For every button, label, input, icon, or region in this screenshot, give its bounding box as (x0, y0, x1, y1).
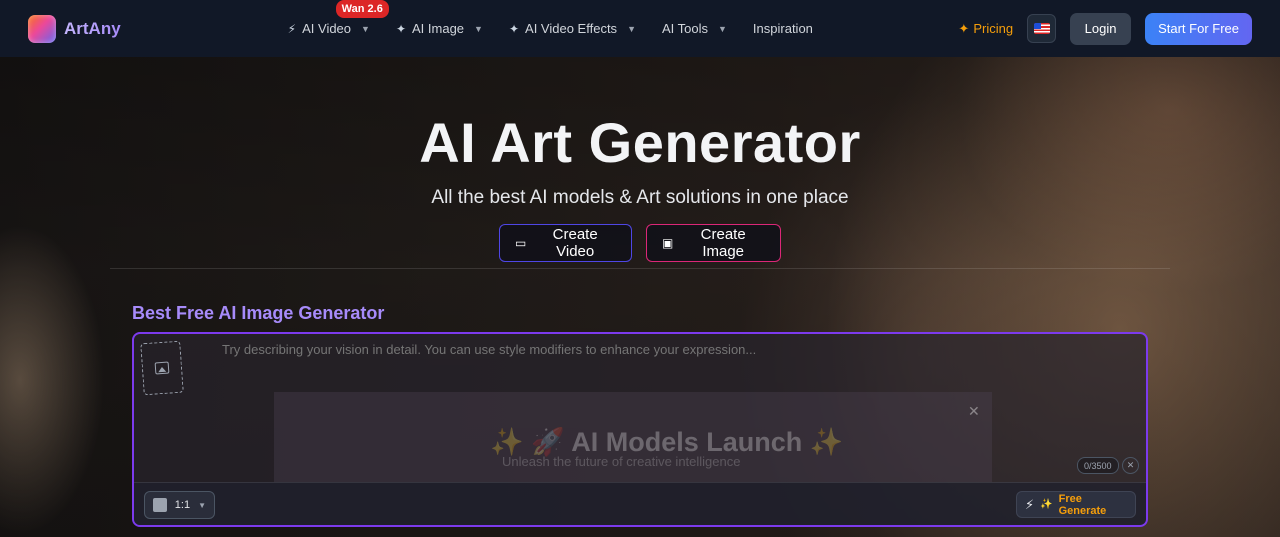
create-video-label: Create Video (552, 226, 598, 260)
prompt-input[interactable] (222, 342, 1102, 357)
chevron-down-icon: ▼ (627, 23, 636, 34)
section-divider (110, 268, 1170, 269)
image-upload-dropzone[interactable] (140, 340, 184, 396)
free-generate-label: Free Generate (1058, 492, 1107, 517)
menu-ai-video-effects-label: AI Video Effects (525, 21, 618, 36)
aspect-ratio-select[interactable]: 1:1 ▼ (144, 491, 215, 519)
image-generator-panel: ✕ ✨ 🚀 AI Models Launch ✨ Unleash the fut… (132, 332, 1148, 527)
chevron-down-icon: ▼ (198, 500, 206, 510)
menu-ai-video[interactable]: ⚡ AI Video ▼ Wan 2.6 (287, 0, 389, 36)
chevron-down-icon: ▼ (474, 23, 483, 34)
logo[interactable]: ArtAny (28, 14, 121, 43)
close-icon[interactable]: ✕ (968, 403, 980, 420)
generator-toolbar: 1:1 ▼ ⚡ ✨ Free Generate (134, 482, 1146, 525)
image-icon: ▣ (662, 236, 674, 250)
nav-actions: ✦ Pricing Login Start For Free (958, 12, 1252, 45)
main-menu: ⚡ AI Video ▼ Wan 2.6 ✦ AI Image ▼ ✦ AI V… (287, 0, 839, 36)
start-for-free-button[interactable]: Start For Free (1145, 12, 1252, 45)
hero-actions: ▭ Create Video ▣ Create Image (0, 224, 1280, 262)
pricing-label: Pricing (973, 21, 1014, 36)
brand-name: ArtAny (64, 18, 121, 38)
create-image-label: Create Image (700, 226, 746, 260)
menu-inspiration-label: Inspiration (752, 21, 813, 36)
generator-title: Best Free AI Image Generator (132, 303, 385, 323)
page-title: AI Art Generator (419, 111, 861, 174)
menu-ai-tools-label: AI Tools (661, 21, 708, 36)
bolt-icon: ⚡ (287, 21, 297, 36)
free-generate-button[interactable]: ⚡ ✨ Free Generate (1016, 491, 1136, 518)
menu-ai-tools[interactable]: AI Tools ▼ (662, 21, 727, 36)
us-flag-icon (1033, 23, 1050, 34)
sparkle-icon: ✦ (508, 21, 520, 36)
create-image-button[interactable]: ▣ Create Image (646, 224, 781, 262)
page-subtitle: All the best AI models & Art solutions i… (431, 187, 849, 208)
login-button[interactable]: Login (1070, 12, 1132, 45)
new-model-badge: Wan 2.6 (335, 0, 389, 18)
aspect-ratio-square-icon (153, 498, 167, 512)
image-upload-icon (154, 361, 170, 375)
promo-overlay: ✕ ✨ 🚀 AI Models Launch ✨ Unleash the fut… (274, 392, 992, 482)
menu-ai-video-effects[interactable]: ✦ AI Video Effects ▼ (509, 21, 636, 36)
hero-section: AI Art Generator All the best AI models … (0, 57, 1280, 262)
chevron-down-icon: ▼ (361, 23, 370, 34)
pricing-link[interactable]: ✦ Pricing (958, 21, 1013, 37)
sparkle-icon: ✦ (395, 21, 407, 36)
menu-ai-image[interactable]: ✦ AI Image ▼ (396, 21, 483, 36)
aspect-ratio-value: 1:1 (174, 499, 191, 511)
bolt-icon: ⚡ (1025, 496, 1035, 512)
video-camera-icon: ▭ (515, 236, 527, 250)
sparkle-icon: ✦ (958, 20, 970, 36)
logo-mark-icon (28, 14, 56, 43)
language-selector[interactable] (1027, 14, 1057, 43)
menu-ai-video-label: AI Video (302, 21, 352, 36)
clear-prompt-button[interactable]: ✕ (1122, 457, 1139, 474)
chevron-down-icon: ▼ (718, 23, 727, 34)
character-counter: 0/3500 (1077, 457, 1119, 474)
promo-subtitle: Unleash the future of creative intellige… (502, 454, 741, 469)
create-video-button[interactable]: ▭ Create Video (499, 224, 632, 262)
top-navbar: ArtAny ⚡ AI Video ▼ Wan 2.6 ✦ AI Image ▼… (0, 0, 1280, 57)
menu-inspiration[interactable]: Inspiration (753, 21, 813, 36)
sparkle-icon: ✨ (1040, 499, 1053, 510)
menu-ai-image-label: AI Image (412, 21, 465, 36)
